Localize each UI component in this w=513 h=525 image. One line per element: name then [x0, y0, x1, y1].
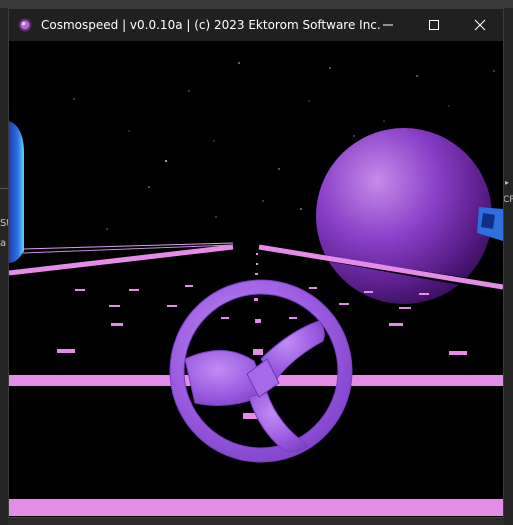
maximize-button[interactable] [411, 9, 457, 41]
background-left-text-1: St [0, 218, 8, 229]
game-viewport[interactable] [9, 41, 503, 517]
minimize-button[interactable] [365, 9, 411, 41]
desktop-background [0, 0, 513, 8]
title-bar[interactable]: Cosmospeed | v0.0.10a | (c) 2023 Ektorom… [9, 9, 503, 41]
background-divider [0, 188, 8, 189]
background-right-text: CP [503, 195, 513, 205]
left-blue-object [9, 121, 24, 263]
background-left-text-2: a [0, 238, 7, 249]
close-button[interactable] [457, 9, 503, 41]
chevron-right-icon: ▸ [505, 178, 510, 187]
minimize-icon [383, 24, 393, 26]
background-window-left [0, 8, 8, 525]
game-window: Cosmospeed | v0.0.10a | (c) 2023 Ektorom… [8, 8, 504, 518]
background-window-right [504, 8, 513, 525]
game-scene [9, 41, 503, 517]
maximize-icon [429, 20, 439, 30]
app-icon [18, 18, 32, 32]
close-icon [474, 19, 486, 31]
window-title: Cosmospeed | v0.0.10a | (c) 2023 Ektorom… [41, 18, 381, 32]
